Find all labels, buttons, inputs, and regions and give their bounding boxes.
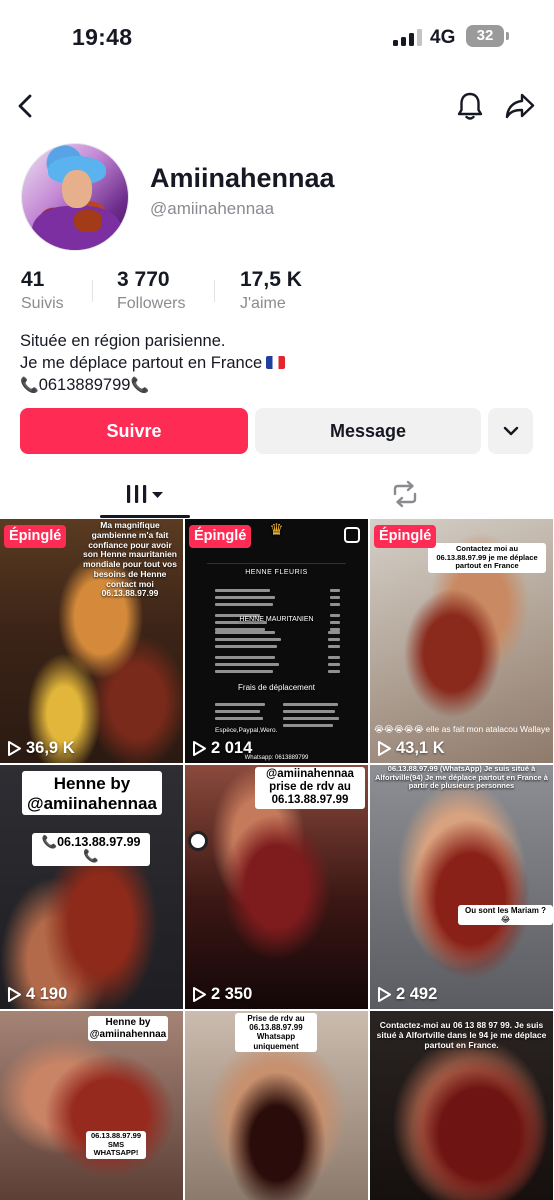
- status-bar: 19:48 4G 32: [0, 0, 554, 76]
- video-overlay-text: 06.13.88.97.99 (WhatsApp) Je suis situé …: [375, 765, 548, 791]
- message-button[interactable]: Message: [255, 408, 481, 454]
- stat-value: 17,5 K: [240, 268, 302, 291]
- play-icon: [8, 741, 21, 756]
- video-tile[interactable]: 06.13.88.97.99 (WhatsApp) Je suis situé …: [370, 765, 553, 1009]
- notifications-button[interactable]: [452, 88, 488, 124]
- play-icon: [378, 987, 391, 1002]
- video-tile[interactable]: @amiinahennaa prise de rdv au 06.13.88.9…: [185, 765, 368, 1009]
- video-tile[interactable]: Prise de rdv au 06.13.88.97.99 Whatsapp …: [185, 1011, 368, 1200]
- video-phone: 06.13.88.97.99 SMS WHATSAPP!: [86, 1131, 146, 1159]
- pinned-badge: Épinglé: [189, 525, 252, 548]
- stat-following[interactable]: 41 Suivis: [21, 268, 64, 313]
- stat-label: Suivis: [21, 295, 64, 312]
- video-caption: 😭😭😭😭😭 elle as fait mon atalacou Wallaye: [374, 724, 550, 734]
- menu-title: Frais de déplacement: [238, 683, 315, 692]
- battery-tip: [506, 32, 509, 40]
- stat-label: Followers: [117, 295, 186, 312]
- bio-line: 📞0613889799📞: [20, 374, 285, 397]
- record-dot-icon: [188, 831, 208, 851]
- view-count: 4 190: [7, 985, 67, 1004]
- profile-stats: 41 Suivis 3 770 Followers 17,5 K J'aime: [0, 268, 554, 316]
- username: @amiinahennaa: [150, 199, 275, 218]
- stat-divider: [92, 280, 93, 302]
- video-tile[interactable]: ♛ HENNE FLEURIS HENNE MAURITANIEN Frais …: [185, 519, 368, 763]
- video-overlay-text: Contactez-moi au 06 13 88 97 99. Je suis…: [376, 1020, 547, 1050]
- play-icon: [8, 987, 21, 1002]
- video-phone: 📞06.13.88.97.99📞: [32, 833, 150, 866]
- phone-icon: 📞: [130, 377, 150, 394]
- share-button[interactable]: [502, 88, 538, 124]
- menu-title: HENNE MAURITANIEN: [239, 616, 314, 623]
- chevron-left-icon: [18, 94, 32, 118]
- top-nav: [0, 80, 554, 130]
- more-options-button[interactable]: [488, 408, 533, 454]
- video-tile[interactable]: Henne by @amiinahennaa 06.13.88.97.99 SM…: [0, 1011, 183, 1200]
- phone-icon: 📞: [83, 849, 99, 864]
- video-overlay-text: Ma magnifique gambienne m'a fait confian…: [83, 520, 177, 599]
- emoji: 😂: [500, 915, 511, 925]
- phone-icon: 📞: [41, 835, 58, 849]
- play-icon: [193, 987, 206, 1002]
- bio: Située en région parisienne. Je me dépla…: [20, 330, 286, 397]
- video-tile[interactable]: Henne by @amiinahennaa 📞06.13.88.97.99📞 …: [0, 765, 183, 1009]
- battery-icon: 32: [466, 25, 504, 47]
- bell-icon: [457, 92, 483, 120]
- payment-methods: Espèce,Paypal,Wero.: [215, 727, 278, 734]
- france-flag-icon: [266, 356, 286, 369]
- video-title: Henne by @amiinahennaa: [22, 771, 162, 816]
- tab-reposts[interactable]: [360, 470, 450, 518]
- play-icon: [193, 741, 206, 756]
- pinned-badge: Épinglé: [4, 525, 67, 548]
- network-type: 4G: [430, 27, 456, 48]
- reaction-emojis: 😭😭😭😭😭: [374, 724, 427, 734]
- view-count: 43,1 K: [377, 739, 445, 758]
- bio-line: Située en région parisienne.: [20, 332, 226, 350]
- view-count: 2 492: [377, 985, 437, 1004]
- chevron-down-icon: [503, 426, 518, 436]
- grid-bars-icon: [127, 485, 163, 503]
- stat-label: J'aime: [240, 295, 286, 312]
- video-overlay-text: Prise de rdv au 06.13.88.97.99 Whatsapp …: [235, 1013, 317, 1052]
- video-tile[interactable]: Contactez moi au 06.13.88.97.99 je me dé…: [370, 519, 553, 763]
- video-tile[interactable]: Contactez-moi au 06 13 88 97 99. Je suis…: [370, 1011, 553, 1200]
- phone-icon: 📞: [20, 377, 39, 394]
- avatar[interactable]: [21, 143, 129, 251]
- video-tile[interactable]: Ma magnifique gambienne m'a fait confian…: [0, 519, 183, 763]
- stat-divider: [214, 280, 215, 302]
- active-tab-indicator: [100, 515, 190, 518]
- stat-likes[interactable]: 17,5 K J'aime: [240, 268, 302, 313]
- bio-line: Je me déplace partout en France: [20, 352, 286, 374]
- view-count: 36,9 K: [7, 739, 75, 758]
- stat-value: 3 770: [117, 268, 170, 291]
- status-time: 19:48: [72, 24, 133, 50]
- repost-icon: [393, 480, 417, 508]
- video-overlay-text: @amiinahennaa prise de rdv au 06.13.88.9…: [255, 767, 365, 809]
- stat-value: 41: [21, 268, 45, 291]
- back-button[interactable]: [8, 88, 44, 124]
- stat-followers[interactable]: 3 770 Followers: [117, 268, 185, 313]
- profile-tabs: [0, 470, 554, 518]
- signal-strength-icon: [393, 29, 423, 46]
- pinned-badge: Épinglé: [374, 525, 437, 548]
- display-name: Amiinahennaa: [150, 163, 335, 193]
- follow-button[interactable]: Suivre: [20, 408, 248, 454]
- view-count: 2 350: [192, 985, 252, 1004]
- video-grid: Ma magnifique gambienne m'a fait confian…: [0, 519, 554, 1200]
- share-arrow-icon: [505, 93, 535, 119]
- comment-bubble: Ou sont les Mariam ?😂: [458, 905, 553, 926]
- view-count: 2 014: [192, 739, 252, 758]
- tab-videos[interactable]: [100, 470, 190, 518]
- video-title: Henne by @amiinahennaa: [88, 1016, 168, 1041]
- multi-photo-icon: [344, 527, 360, 543]
- video-overlay-text: Contactez moi au 06.13.88.97.99 je me dé…: [428, 543, 546, 573]
- menu-title: HENNE FLEURIS: [245, 569, 308, 576]
- play-icon: [378, 741, 391, 756]
